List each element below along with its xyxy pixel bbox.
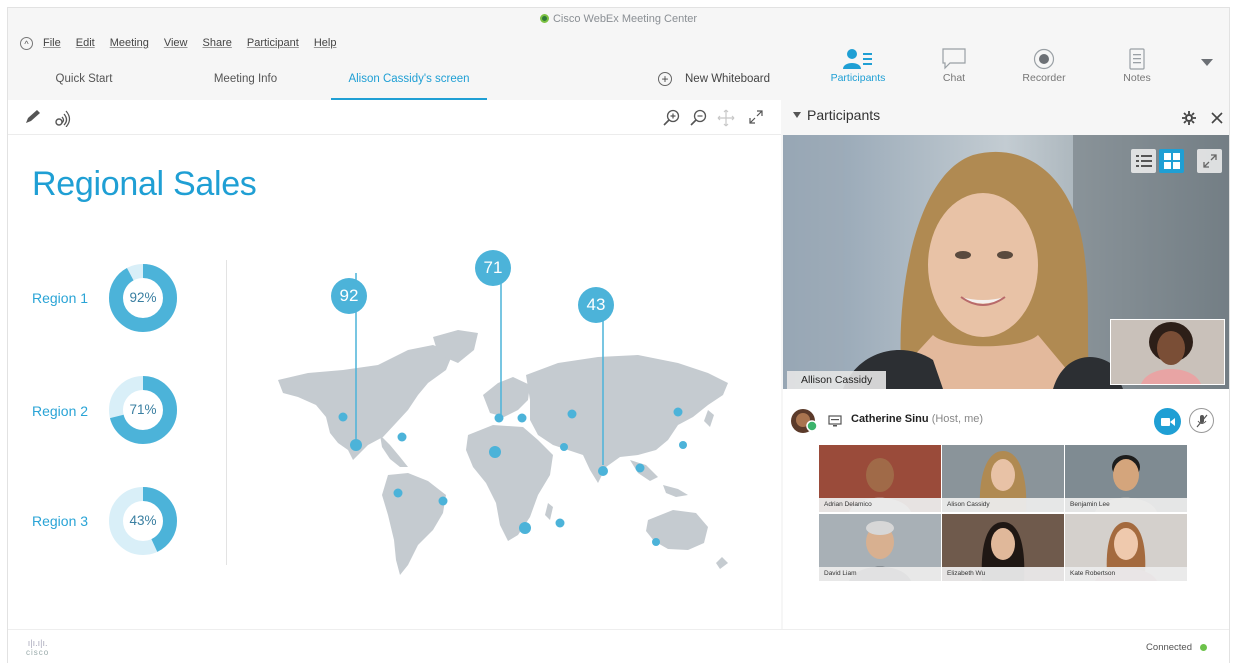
- new-whiteboard-label: New Whiteboard: [685, 73, 771, 85]
- status-bar: ı|ı.ı|ı. cisco Connected: [8, 629, 1229, 663]
- grid-view-button[interactable]: [1159, 149, 1184, 173]
- menu-file[interactable]: File: [43, 37, 61, 49]
- my-participant-row[interactable]: Catherine Sinu (Host, me): [783, 403, 1229, 439]
- mute-button[interactable]: [1189, 408, 1214, 433]
- menu-participant[interactable]: Participant: [247, 37, 299, 49]
- connected-indicator-icon: [1200, 644, 1207, 651]
- connection-status: Connected: [1146, 642, 1207, 653]
- participants-icon: [843, 49, 872, 69]
- recorder-button[interactable]: Recorder: [1009, 46, 1079, 84]
- tab-meeting-info[interactable]: Meeting Info: [188, 66, 303, 100]
- presenter-screen-icon: [828, 415, 842, 427]
- participant-tile[interactable]: Elizabeth Wu: [942, 514, 1064, 581]
- collapse-triangle-icon[interactable]: [793, 112, 801, 118]
- zoom-in-icon[interactable]: [663, 109, 681, 127]
- map-pin-43: 43: [578, 287, 614, 323]
- menu-help[interactable]: Help: [314, 37, 337, 49]
- participant-tile[interactable]: Benjamin Lee: [1065, 445, 1187, 512]
- pan-move-icon[interactable]: [717, 109, 735, 127]
- tab-shared-screen[interactable]: Alison Cassidy's screen: [331, 66, 487, 100]
- connection-text: Connected: [1146, 642, 1192, 653]
- region-3-value: 43%: [129, 513, 157, 528]
- participants-label: Participants: [830, 72, 886, 84]
- recorder-icon: [1033, 48, 1055, 70]
- participant-tile[interactable]: Alison Cassidy: [942, 445, 1064, 512]
- plus-icon: +: [658, 72, 672, 86]
- participant-video-grid: Adrian Delamico Alison Cassidy Benjamin …: [819, 445, 1187, 581]
- video-toggle-button[interactable]: [1154, 408, 1181, 435]
- menu-share[interactable]: Share: [203, 37, 232, 49]
- region-1-label: Region 1: [32, 290, 89, 306]
- participant-name: David Liam: [819, 567, 941, 581]
- region-2-value: 71%: [129, 402, 157, 417]
- menu-meeting[interactable]: Meeting: [110, 37, 149, 49]
- notes-label: Notes: [1123, 72, 1151, 84]
- expand-video-button[interactable]: [1197, 149, 1222, 173]
- active-speaker-name: Allison Cassidy: [787, 371, 887, 389]
- participant-name: Alison Cassidy: [942, 498, 1064, 512]
- expand-icon: [1202, 154, 1217, 168]
- self-view-pip[interactable]: [1110, 319, 1225, 385]
- video-camera-icon: [1160, 417, 1175, 426]
- participant-tile[interactable]: Adrian Delamico: [819, 445, 941, 512]
- my-role: (Host, me): [931, 413, 984, 425]
- my-name: Catherine Sinu: [851, 413, 929, 425]
- new-whiteboard-button[interactable]: + New Whiteboard: [658, 72, 770, 86]
- chat-label: Chat: [942, 72, 966, 84]
- presentation-slide: Regional Sales Region 1 Region 2 Region …: [8, 135, 781, 629]
- cisco-logo: ı|ı.ı|ı. cisco: [26, 638, 49, 657]
- pointer-laser-icon[interactable]: [54, 109, 72, 127]
- slide-title: Regional Sales: [32, 165, 257, 203]
- region-1-value: 92%: [129, 290, 157, 305]
- chat-icon: [942, 48, 966, 70]
- notes-button[interactable]: Notes: [1102, 46, 1172, 84]
- zoom-out-icon[interactable]: [690, 109, 708, 127]
- region-3-label: Region 3: [32, 513, 89, 529]
- settings-gear-icon[interactable]: [1182, 111, 1196, 125]
- microphone-muted-icon: [1196, 414, 1207, 427]
- participant-name: Adrian Delamico: [819, 498, 941, 512]
- my-avatar: [791, 409, 817, 433]
- window-title: Cisco WebEx Meeting Center: [552, 13, 698, 25]
- close-icon[interactable]: [1211, 112, 1223, 124]
- recorder-label: Recorder: [1022, 72, 1066, 84]
- menu-view[interactable]: View: [164, 37, 188, 49]
- collapse-chevron-icon[interactable]: ^: [20, 36, 33, 50]
- list-view-button[interactable]: [1131, 149, 1156, 173]
- menu-edit[interactable]: Edit: [76, 37, 95, 49]
- title-bar: Cisco WebEx Meeting Center: [8, 8, 1229, 30]
- menu-bar: ^ File Edit Meeting View Share Participa…: [20, 34, 351, 52]
- grid-view-icon: [1163, 153, 1180, 169]
- participants-panel-header: Participants: [783, 100, 1229, 134]
- participants-panel-title: Participants: [807, 107, 881, 123]
- region-2-label: Region 2: [32, 403, 89, 419]
- webex-logo-icon: [539, 14, 549, 23]
- shared-content-panel: Regional Sales Region 1 Region 2 Region …: [8, 100, 781, 629]
- participant-name: Elizabeth Wu: [942, 567, 1064, 581]
- slide-divider: [226, 260, 227, 565]
- participant-tile[interactable]: David Liam: [819, 514, 941, 581]
- fullscreen-expand-icon[interactable]: [748, 109, 764, 125]
- annotation-toolbar: [8, 100, 781, 135]
- participants-button[interactable]: Participants: [823, 46, 893, 84]
- tab-quick-start[interactable]: Quick Start: [28, 66, 140, 100]
- webex-window: Cisco WebEx Meeting Center ^ File Edit M…: [7, 7, 1230, 663]
- pen-icon[interactable]: [24, 109, 42, 125]
- notes-icon: [1129, 48, 1145, 70]
- cisco-wordmark: cisco: [26, 648, 50, 657]
- more-dropdown-icon[interactable]: [1201, 59, 1213, 66]
- self-view-image: [1111, 320, 1224, 384]
- map-pin-92: 92: [331, 278, 367, 314]
- cisco-bars-icon: ı|ı.ı|ı.: [27, 638, 48, 648]
- participant-name: Kate Robertson: [1065, 567, 1187, 581]
- participant-name: Benjamin Lee: [1065, 498, 1187, 512]
- chat-button[interactable]: Chat: [919, 46, 989, 84]
- participant-tile[interactable]: Kate Robertson: [1065, 514, 1187, 581]
- active-speaker-video: Allison Cassidy: [783, 135, 1229, 389]
- map-pin-71: 71: [475, 250, 511, 286]
- list-view-icon: [1135, 155, 1152, 167]
